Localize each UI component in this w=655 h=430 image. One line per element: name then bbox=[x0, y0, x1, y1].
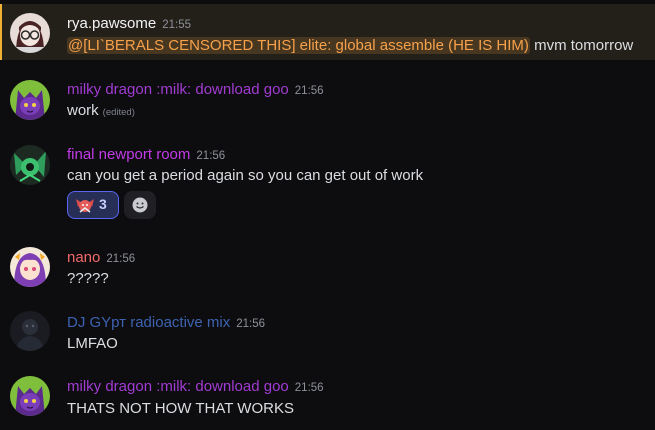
message-content: work (edited) bbox=[67, 101, 135, 123]
avatar[interactable] bbox=[10, 145, 50, 185]
chat-messages: rya.pawsome 21:55 @[LI`BERALS CENSORED TH… bbox=[0, 0, 655, 430]
avatar[interactable] bbox=[10, 80, 50, 120]
message-text: can you get a period again so you can ge… bbox=[67, 167, 424, 184]
message-content: @[LI`BERALS CENSORED THIS] elite: global… bbox=[67, 36, 633, 56]
message-header: DJ GYрт radioactive mix 21:56 bbox=[67, 313, 265, 334]
message-text: mvm tomorrow bbox=[529, 37, 634, 54]
message-header: nano 21:56 bbox=[67, 248, 135, 269]
message-item[interactable]: milky dragon :milk: download goo 21:56 wo… bbox=[0, 70, 655, 124]
username[interactable]: DJ GYрт radioactive mix bbox=[67, 314, 230, 331]
glasses-girl-avatar-icon bbox=[10, 13, 50, 53]
dark-figure-avatar-icon bbox=[10, 311, 50, 351]
avatar[interactable] bbox=[10, 311, 50, 351]
timestamp[interactable]: 21:56 bbox=[196, 150, 225, 162]
timestamp[interactable]: 21:55 bbox=[162, 19, 191, 31]
message-content: can you get a period again so you can ge… bbox=[67, 166, 423, 186]
purple-cat-avatar-icon bbox=[10, 376, 50, 416]
avatar[interactable] bbox=[10, 376, 50, 416]
purple-cat-avatar-icon bbox=[10, 80, 50, 120]
anime-girl-avatar-icon bbox=[10, 247, 50, 287]
message-text: work bbox=[67, 102, 99, 119]
reaction-count: 3 bbox=[99, 196, 107, 212]
reaction-button[interactable]: 3 bbox=[67, 191, 119, 219]
message-header: rya.pawsome 21:55 bbox=[67, 14, 191, 35]
role-mention[interactable]: @[LI`BERALS CENSORED THIS] elite: global… bbox=[67, 37, 530, 54]
message-header: final newport room 21:56 bbox=[67, 145, 225, 166]
message-header: milky dragon :milk: download goo 21:56 bbox=[67, 377, 324, 398]
green-dark-avatar-icon bbox=[10, 145, 50, 185]
message-item[interactable]: nano 21:56 ????? bbox=[0, 240, 655, 296]
timestamp[interactable]: 21:56 bbox=[236, 318, 265, 330]
message-item[interactable]: DJ GYрт radioactive mix 21:56 LMFAO bbox=[0, 305, 655, 361]
add-reaction-smiley-icon bbox=[132, 197, 148, 213]
username[interactable]: milky dragon :milk: download goo bbox=[67, 378, 289, 395]
message-text: THATS NOT HOW THAT WORKS bbox=[67, 400, 294, 417]
timestamp[interactable]: 21:56 bbox=[295, 85, 324, 97]
red-character-emoji-icon bbox=[76, 199, 94, 213]
message-text: ????? bbox=[67, 270, 109, 287]
add-reaction-button[interactable] bbox=[124, 191, 156, 219]
message-header: milky dragon :milk: download goo 21:56 bbox=[67, 80, 324, 101]
avatar[interactable] bbox=[10, 13, 50, 53]
timestamp[interactable]: 21:56 bbox=[295, 382, 324, 394]
message-content: THATS NOT HOW THAT WORKS bbox=[67, 399, 294, 419]
username[interactable]: rya.pawsome bbox=[67, 15, 156, 32]
message-text: LMFAO bbox=[67, 335, 118, 352]
timestamp[interactable]: 21:56 bbox=[106, 253, 135, 265]
username[interactable]: milky dragon :milk: download goo bbox=[67, 81, 289, 98]
message-item[interactable]: milky dragon :milk: download goo 21:56 TH… bbox=[0, 370, 655, 428]
username[interactable]: final newport room bbox=[67, 146, 190, 163]
username[interactable]: nano bbox=[67, 249, 100, 266]
message-item[interactable]: rya.pawsome 21:55 @[LI`BERALS CENSORED TH… bbox=[0, 4, 655, 60]
edited-label: (edited) bbox=[102, 107, 135, 118]
avatar[interactable] bbox=[10, 247, 50, 287]
message-content: LMFAO bbox=[67, 334, 118, 354]
message-content: ????? bbox=[67, 269, 109, 289]
